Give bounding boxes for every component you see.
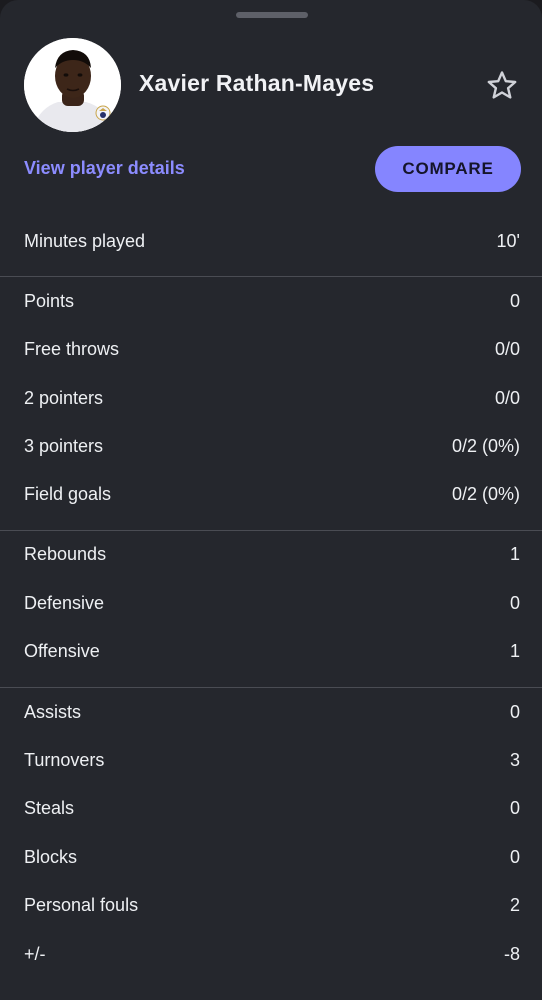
compare-button[interactable]: COMPARE xyxy=(375,146,521,192)
stat-value: 0 xyxy=(509,846,520,867)
section-divider xyxy=(0,687,542,688)
stat-row-turnovers: Turnovers 3 xyxy=(24,745,520,775)
stat-row-free-throws: Free throws 0/0 xyxy=(24,334,520,364)
stat-value: 0/0 xyxy=(494,387,520,408)
stat-row-2-pointers: 2 pointers 0/0 xyxy=(24,383,520,413)
stat-value: 1 xyxy=(509,640,520,661)
stat-row-blocks: Blocks 0 xyxy=(24,842,520,872)
stat-row-defensive: Defensive 0 xyxy=(24,588,520,618)
stat-value: 0/2 (0%) xyxy=(451,435,520,456)
stat-value: -8 xyxy=(503,943,520,964)
stat-label: Rebounds xyxy=(24,543,107,564)
stat-row-offensive: Offensive 1 xyxy=(24,636,520,666)
stat-value: 2 xyxy=(509,894,520,915)
section-divider xyxy=(0,276,542,277)
stat-row-assists: Assists 0 xyxy=(24,697,520,727)
stat-label: Assists xyxy=(24,701,82,722)
stat-label: Minutes played xyxy=(24,230,146,251)
player-photo xyxy=(24,38,121,132)
stat-value: 10' xyxy=(496,230,520,251)
stat-row-rebounds: Rebounds 1 xyxy=(24,539,520,569)
drag-handle[interactable] xyxy=(236,12,308,18)
section-divider xyxy=(0,530,542,531)
stat-row-points: Points 0 xyxy=(24,286,520,316)
stat-value: 0 xyxy=(509,592,520,613)
stat-label: Defensive xyxy=(24,592,105,613)
view-player-details-link[interactable]: View player details xyxy=(24,158,185,179)
stat-value: 0/0 xyxy=(494,338,520,359)
stat-label: +/- xyxy=(24,943,46,964)
stat-label: 2 pointers xyxy=(24,387,104,408)
stat-value: 0 xyxy=(509,797,520,818)
stat-row-minutes: Minutes played 10' xyxy=(24,226,520,256)
stat-label: Points xyxy=(24,290,75,311)
star-outline-icon[interactable] xyxy=(484,68,520,104)
player-avatar xyxy=(24,38,121,132)
stat-row-plus-minus: +/- -8 xyxy=(24,939,520,969)
stat-row-personal-fouls: Personal fouls 2 xyxy=(24,890,520,920)
player-name: Xavier Rathan-Mayes xyxy=(139,70,375,96)
stat-row-field-goals: Field goals 0/2 (0%) xyxy=(24,479,520,509)
stat-value: 0 xyxy=(509,701,520,722)
stat-value: 1 xyxy=(509,543,520,564)
stat-row-3-pointers: 3 pointers 0/2 (0%) xyxy=(24,431,520,461)
stat-label: Turnovers xyxy=(24,749,105,770)
stat-label: Field goals xyxy=(24,483,112,504)
player-stats-sheet: Xavier Rathan-Mayes View player details … xyxy=(0,0,542,1000)
stat-label: Offensive xyxy=(24,640,100,661)
stat-value: 3 xyxy=(509,749,520,770)
stat-label: Personal fouls xyxy=(24,894,139,915)
stat-value: 0 xyxy=(509,290,520,311)
stat-label: Steals xyxy=(24,797,75,818)
stat-value: 0/2 (0%) xyxy=(451,483,520,504)
stat-label: 3 pointers xyxy=(24,435,104,456)
stat-label: Free throws xyxy=(24,338,120,359)
stat-row-steals: Steals 0 xyxy=(24,793,520,823)
stat-label: Blocks xyxy=(24,846,78,867)
